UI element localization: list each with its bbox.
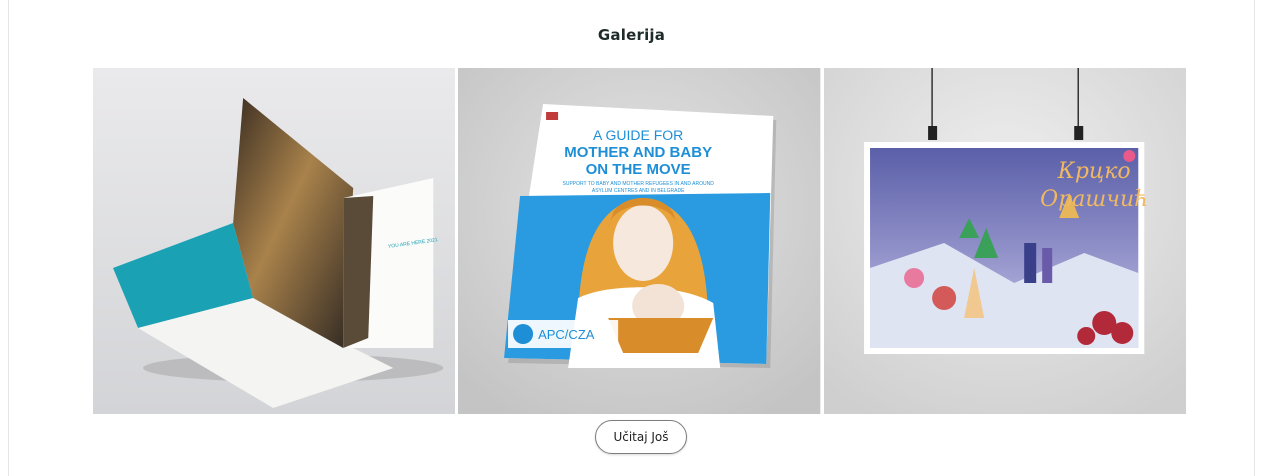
gallery-item-poster[interactable]: Крцко Орашчић [823, 68, 1186, 414]
gallery-grid: YOU ARE HERE 2021 A GUIDE FOR MOTHER AND… [93, 68, 1186, 414]
brochure-image: YOU ARE HERE 2021 [93, 68, 456, 414]
gallery-item-guide[interactable]: A GUIDE FOR MOTHER AND BABY ON THE MOVE … [458, 68, 821, 414]
guide-subtitle-line-2: ASYLUM CENTRES AND IN BELGRADE [592, 188, 685, 194]
poster-title-line-2: Орашчић [1040, 187, 1148, 212]
guide-subtitle-line-1: SUPPORT TO BABY AND MOTHER REFUGEES IN A… [563, 181, 715, 187]
gallery-item-brochure[interactable]: YOU ARE HERE 2021 [93, 68, 456, 414]
guide-cover-image: A GUIDE FOR MOTHER AND BABY ON THE MOVE … [458, 68, 821, 414]
section-title: Galerija [597, 26, 666, 44]
poster-title-line-1: Крцко [1056, 159, 1130, 184]
guide-logo-text: APC/CZA [538, 327, 595, 342]
poster-image: Крцко Орашчић [823, 68, 1186, 414]
guide-header: A GUIDE FOR [593, 127, 683, 143]
guide-title-line-1: MOTHER AND BABY [565, 144, 713, 161]
guide-title-line-2: ON THE MOVE [586, 161, 691, 178]
load-more-button[interactable]: Učitaj Još [595, 420, 687, 454]
gallery-section: Galerija YOU ARE HERE 2021 A GUIDE FOR M… [8, 0, 1255, 476]
